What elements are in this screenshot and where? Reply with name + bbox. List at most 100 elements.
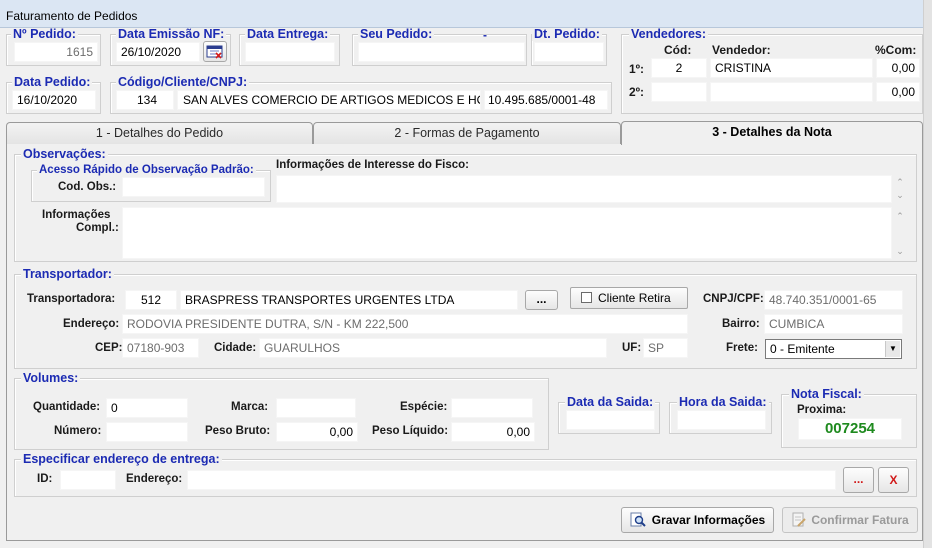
vendedores-label: Vendedores: bbox=[629, 27, 709, 41]
proxima-nf-value: 007254 bbox=[798, 418, 902, 440]
num-pedido-label: Nº Pedido: bbox=[11, 27, 78, 41]
entrega-id-label: ID: bbox=[37, 473, 53, 485]
fisco-textarea[interactable] bbox=[276, 175, 892, 203]
entrega-label: Especificar endereço de entrega: bbox=[21, 452, 222, 466]
acesso-rapido-label: Acesso Rápido de Observação Padrão: bbox=[37, 164, 256, 177]
compl-label-line2: Compl.: bbox=[76, 222, 119, 234]
peso-bruto-field[interactable]: 0,00 bbox=[276, 422, 358, 442]
entrega-endereco-label: Endereço: bbox=[126, 473, 183, 485]
uf-label: UF: bbox=[622, 342, 642, 354]
transportadora-codigo-field[interactable]: 512 bbox=[125, 290, 177, 310]
compl-scroll-up-icon[interactable]: ⌃ bbox=[893, 210, 907, 222]
calendar-button[interactable] bbox=[203, 41, 227, 62]
quantidade-field[interactable]: 0 bbox=[106, 398, 188, 418]
dt-pedido-field[interactable] bbox=[534, 42, 604, 62]
transportadora-label: Transportadora: bbox=[27, 293, 116, 305]
cidade-label: Cidade: bbox=[214, 342, 257, 354]
nota-fiscal-label: Nota Fiscal: bbox=[789, 387, 864, 401]
quantidade-label: Quantidade: bbox=[33, 401, 101, 413]
data-emissao-label: Data Emissão NF: bbox=[116, 27, 227, 41]
seu-pedido-label: Seu Pedido: bbox=[358, 27, 435, 41]
fisco-label: Informações de Interesse do Fisco: bbox=[276, 159, 470, 171]
entrega-id-field[interactable] bbox=[60, 470, 116, 490]
fisco-scroll-up-icon[interactable]: ⌃ bbox=[893, 176, 907, 188]
cliente-codigo-field[interactable]: 134 bbox=[116, 90, 174, 110]
cliente-retira-checkbox[interactable] bbox=[581, 292, 592, 303]
transportadora-nome-field: BRASPRESS TRANSPORTES URGENTES LTDA bbox=[180, 290, 518, 310]
cliente-cnpj-field: 10.495.685/0001-48 bbox=[484, 90, 608, 110]
hora-saida-field[interactable] bbox=[677, 410, 766, 430]
especie-field[interactable] bbox=[451, 398, 533, 418]
document-edit-icon bbox=[792, 512, 806, 527]
gravar-informacoes-button[interactable]: Gravar Informações bbox=[621, 507, 774, 533]
cep-field: 07180-903 bbox=[122, 338, 199, 358]
numero-field[interactable] bbox=[106, 422, 188, 442]
num-pedido-field[interactable]: 1615 bbox=[14, 42, 98, 62]
vendedores-col-vendedor: Vendedor: bbox=[712, 43, 771, 57]
entrega-endereco-field[interactable] bbox=[187, 470, 836, 490]
window-titlebar: Faturamento de Pedidos bbox=[0, 0, 932, 28]
confirmar-fatura-button[interactable]: Confirmar Fatura bbox=[782, 507, 918, 533]
tab-detalhes-nota[interactable]: 3 - Detalhes da Nota bbox=[621, 121, 923, 145]
data-saida-label: Data da Saida: bbox=[565, 395, 656, 409]
observacoes-label: Observações: bbox=[21, 147, 108, 161]
compl-label-line1: Informações bbox=[42, 209, 111, 221]
peso-liquido-label: Peso Líquido: bbox=[372, 425, 449, 437]
cod-obs-label: Cod. Obs.: bbox=[58, 181, 117, 193]
entrega-browse-button[interactable]: ... bbox=[843, 467, 874, 493]
cliente-label: Código/Cliente/CNPJ: bbox=[116, 75, 250, 89]
tab-detalhes-pedido[interactable]: 1 - Detalhes do Pedido bbox=[6, 122, 313, 144]
window-title: Faturamento de Pedidos bbox=[6, 9, 138, 23]
transportador-label: Transportador: bbox=[21, 267, 114, 281]
data-emissao-field[interactable]: 26/10/2020 bbox=[116, 42, 200, 62]
compl-scroll-down-icon[interactable]: ⌄ bbox=[893, 245, 907, 257]
hora-saida-label: Hora da Saida: bbox=[677, 395, 769, 409]
cod-obs-field[interactable] bbox=[122, 177, 265, 197]
transportadora-browse-button[interactable]: ... bbox=[525, 290, 558, 310]
data-entrega-field[interactable] bbox=[245, 42, 335, 62]
cnpj-field: 48.740.351/0001-65 bbox=[764, 290, 903, 310]
frete-value: 0 - Emitente bbox=[770, 342, 835, 356]
gravar-informacoes-label: Gravar Informações bbox=[651, 513, 766, 527]
cliente-nome-field: SAN ALVES COMERCIO DE ARTIGOS MEDICOS E … bbox=[177, 90, 481, 110]
frete-label: Frete: bbox=[726, 342, 758, 354]
vendedor-row2-cod[interactable] bbox=[651, 82, 707, 102]
entrega-clear-button[interactable]: X bbox=[878, 467, 909, 493]
compl-textarea[interactable] bbox=[122, 207, 892, 259]
data-pedido-field[interactable]: 16/10/2020 bbox=[12, 90, 96, 110]
seu-pedido-separator: - bbox=[483, 28, 487, 42]
bairro-label: Bairro: bbox=[722, 318, 760, 330]
seu-pedido-field[interactable] bbox=[358, 42, 525, 62]
vendedores-col-cod: Cód: bbox=[664, 43, 692, 57]
endereco-label: Endereço: bbox=[63, 318, 120, 330]
proxima-label: Proxima: bbox=[797, 404, 847, 416]
tab-formas-pagamento[interactable]: 2 - Formas de Pagamento bbox=[313, 122, 621, 144]
search-document-icon bbox=[630, 512, 646, 527]
vendedor-row2-pos: 2º: bbox=[629, 85, 645, 99]
especie-label: Espécie: bbox=[400, 401, 448, 413]
frete-select[interactable]: 0 - Emitente ▼ bbox=[765, 339, 902, 359]
chevron-down-icon[interactable]: ▼ bbox=[885, 341, 900, 357]
cnpj-label: CNPJ/CPF: bbox=[703, 293, 764, 305]
vendedor-row1-com[interactable]: 0,00 bbox=[876, 58, 920, 78]
vendedor-row1-cod[interactable]: 2 bbox=[651, 58, 707, 78]
vendedor-row2-com[interactable]: 0,00 bbox=[876, 82, 920, 102]
vendedores-col-com: %Com: bbox=[875, 43, 917, 57]
dt-pedido-label: Dt. Pedido: bbox=[532, 27, 602, 41]
numero-label: Número: bbox=[54, 425, 102, 437]
data-pedido-label: Data Pedido: bbox=[12, 75, 93, 89]
bairro-field: CUMBICA bbox=[764, 314, 903, 334]
confirmar-fatura-label: Confirmar Fatura bbox=[811, 513, 909, 527]
data-entrega-label: Data Entrega: bbox=[245, 27, 331, 41]
cidade-field: GUARULHOS bbox=[259, 338, 607, 358]
cliente-retira-toggle[interactable]: Cliente Retira bbox=[570, 287, 688, 309]
calendar-icon bbox=[206, 45, 223, 59]
data-saida-field[interactable] bbox=[566, 410, 655, 430]
marca-field[interactable] bbox=[276, 398, 356, 418]
endereco-field: RODOVIA PRESIDENTE DUTRA, S/N - KM 222,5… bbox=[122, 314, 688, 334]
vendedor-row1-pos: 1º: bbox=[629, 62, 645, 76]
peso-liquido-field[interactable]: 0,00 bbox=[451, 422, 535, 442]
peso-bruto-label: Peso Bruto: bbox=[205, 425, 271, 437]
volumes-label: Volumes: bbox=[21, 371, 81, 385]
fisco-scroll-down-icon[interactable]: ⌄ bbox=[893, 189, 907, 201]
